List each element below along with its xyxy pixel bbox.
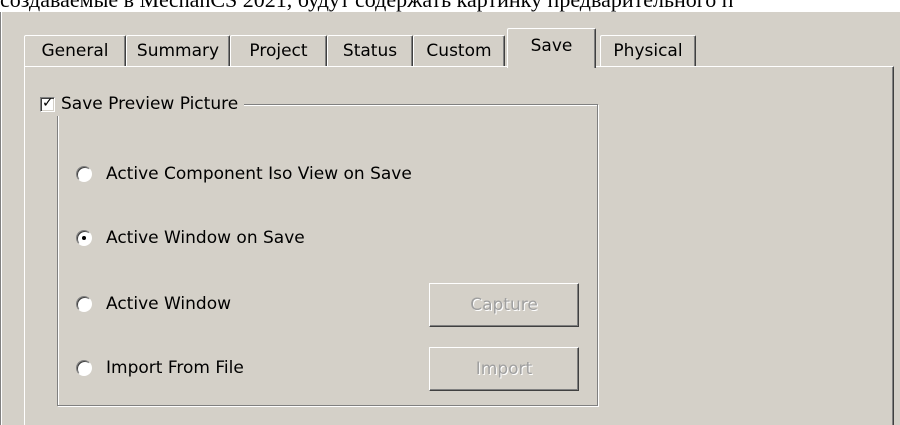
tab-physical[interactable]: Physical (600, 35, 696, 66)
tab-general[interactable]: General (24, 35, 126, 66)
radio-active-window-label: Active Window (106, 294, 232, 314)
radio-active-window-on-save[interactable]: Active Window on Save (76, 226, 305, 250)
radio-button-icon[interactable] (76, 166, 92, 182)
tab-summary[interactable]: Summary (126, 35, 230, 66)
radio-button-icon[interactable] (76, 296, 92, 312)
save-preview-label: Save Preview Picture (61, 94, 239, 114)
radio-button-icon[interactable] (76, 360, 92, 376)
document-caption: создаваемые в MechanCS 2021, будут содер… (0, 0, 900, 12)
radio-active-window[interactable]: Active Window (76, 292, 231, 316)
tab-custom[interactable]: Custom (413, 35, 505, 66)
save-preview-checkbox[interactable]: ✓ (40, 94, 55, 112)
radio-dot-icon (82, 236, 86, 240)
tab-save[interactable]: Save (507, 28, 596, 68)
checkmark-icon: ✓ (42, 94, 54, 111)
radio-iso-view-label: Active Component Iso View on Save (106, 164, 412, 184)
radio-import-from-file-label: Import From File (106, 358, 244, 378)
radio-import-from-file[interactable]: Import From File (76, 356, 244, 380)
capture-button[interactable]: Capture (429, 283, 579, 327)
radio-button-selected-icon[interactable] (76, 230, 92, 246)
import-button[interactable]: Import (429, 347, 579, 391)
save-preview-checkbox-row[interactable]: ✓ Save Preview Picture (37, 92, 245, 116)
radio-iso-view[interactable]: Active Component Iso View on Save (76, 162, 412, 186)
dialog-edge (0, 12, 3, 425)
tab-project[interactable]: Project (230, 35, 327, 66)
radio-active-window-on-save-label: Active Window on Save (106, 228, 305, 248)
tab-status[interactable]: Status (327, 35, 413, 66)
